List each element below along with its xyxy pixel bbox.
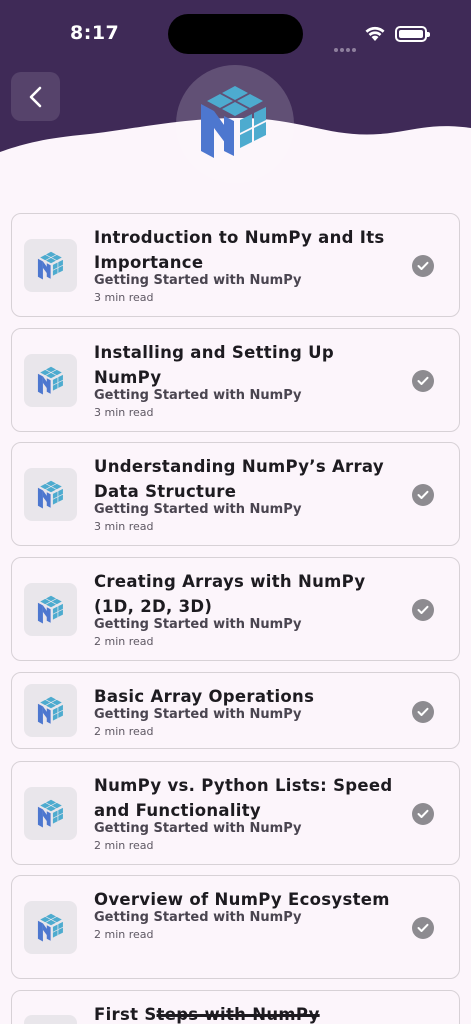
status-bar: 8:17 <box>0 0 471 70</box>
completed-check-icon <box>412 484 434 506</box>
status-time: 8:17 <box>70 22 120 44</box>
completed-check-icon <box>412 370 434 392</box>
lesson-text: Understanding NumPy’s Array Data Structu… <box>94 454 394 534</box>
numpy-thumbnail-icon <box>37 696 63 724</box>
lesson-thumbnail <box>24 684 77 737</box>
wifi-icon <box>365 26 385 41</box>
lesson-title: Creating Arrays with NumPy (1D, 2D, 3D) <box>94 572 366 616</box>
lesson-read-time: 2 min read <box>94 725 154 738</box>
lesson-card[interactable]: NumPy vs. Python Lists: Speed and Functi… <box>11 761 460 865</box>
lesson-title: Installing and Setting Up NumPy <box>94 343 334 387</box>
checkmark-glyph <box>417 490 429 499</box>
completed-check-icon <box>412 803 434 825</box>
checkmark-glyph <box>417 923 429 932</box>
lesson-thumbnail <box>24 239 77 292</box>
lesson-text: Overview of NumPy Ecosystem Getting Start… <box>94 887 394 942</box>
lesson-read-time: 3 min read <box>94 406 154 419</box>
numpy-thumbnail-icon <box>37 595 63 623</box>
lesson-text: Installing and Setting Up NumPy Getting S… <box>94 340 394 420</box>
lesson-course: Getting Started with NumPy <box>94 707 302 722</box>
numpy-thumbnail-icon <box>37 251 63 279</box>
lesson-card[interactable]: Overview of NumPy Ecosystem Getting Start… <box>11 875 460 979</box>
lesson-title: Introduction to NumPy and Its Importance <box>94 228 385 272</box>
numpy-thumbnail-icon <box>37 913 63 941</box>
lesson-read-time: 2 min read <box>94 928 154 941</box>
lesson-card[interactable]: Creating Arrays with NumPy (1D, 2D, 3D) G… <box>11 557 460 661</box>
checkmark-glyph <box>417 605 429 614</box>
lesson-title: NumPy vs. Python Lists: Speed and Functi… <box>94 776 393 820</box>
lesson-read-time: 2 min read <box>94 839 154 852</box>
lesson-course: Getting Started with NumPy <box>94 388 302 403</box>
lesson-thumbnail <box>24 901 77 954</box>
numpy-logo-icon <box>201 86 266 158</box>
lesson-text: Creating Arrays with NumPy (1D, 2D, 3D) G… <box>94 569 394 649</box>
numpy-thumbnail-icon <box>37 799 63 827</box>
lesson-course: Getting Started with NumPy <box>94 273 302 288</box>
lesson-card[interactable]: Understanding NumPy’s Array Data Structu… <box>11 442 460 546</box>
signal-icon <box>334 37 358 56</box>
completed-check-icon <box>412 255 434 277</box>
lesson-text: Introduction to NumPy and Its Importance… <box>94 225 394 305</box>
lesson-course: Getting Started with NumPy <box>94 617 302 632</box>
lesson-course: Getting Started with NumPy <box>94 821 302 836</box>
back-button[interactable] <box>11 72 60 121</box>
checkmark-glyph <box>417 707 429 716</box>
checkmark-glyph <box>417 376 429 385</box>
lesson-title: First Steps with NumPy <box>94 1005 320 1024</box>
lesson-read-time: 3 min read <box>94 291 154 304</box>
lesson-read-time: 2 min read <box>94 635 154 648</box>
lesson-thumbnail <box>24 787 77 840</box>
lesson-thumbnail <box>24 1015 77 1024</box>
lesson-thumbnail <box>24 354 77 407</box>
lesson-text: NumPy vs. Python Lists: Speed and Functi… <box>94 773 394 853</box>
lesson-thumbnail <box>24 583 77 636</box>
numpy-thumbnail-icon <box>37 366 63 394</box>
completed-check-icon <box>412 701 434 723</box>
lesson-text: Basic Array Operations Getting Started wi… <box>94 684 394 739</box>
numpy-thumbnail-icon <box>37 480 63 508</box>
lesson-card[interactable]: Installing and Setting Up NumPy Getting S… <box>11 328 460 432</box>
dynamic-island <box>168 14 303 54</box>
completed-check-icon <box>412 917 434 939</box>
lesson-card[interactable]: Basic Array Operations Getting Started wi… <box>11 672 460 749</box>
lesson-card[interactable]: First Steps with NumPy <box>11 990 460 1024</box>
lesson-read-time: 3 min read <box>94 520 154 533</box>
battery-icon <box>395 26 430 42</box>
checkmark-glyph <box>417 809 429 818</box>
completed-check-icon <box>412 599 434 621</box>
lesson-thumbnail <box>24 468 77 521</box>
checkmark-glyph <box>417 261 429 270</box>
chevron-left-icon <box>29 86 41 107</box>
lesson-title: Understanding NumPy’s Array Data Structu… <box>94 457 384 501</box>
lesson-card[interactable]: Introduction to NumPy and Its Importance… <box>11 213 460 317</box>
lesson-course: Getting Started with NumPy <box>94 502 302 517</box>
lesson-text: First Steps with NumPy <box>94 1002 394 1024</box>
